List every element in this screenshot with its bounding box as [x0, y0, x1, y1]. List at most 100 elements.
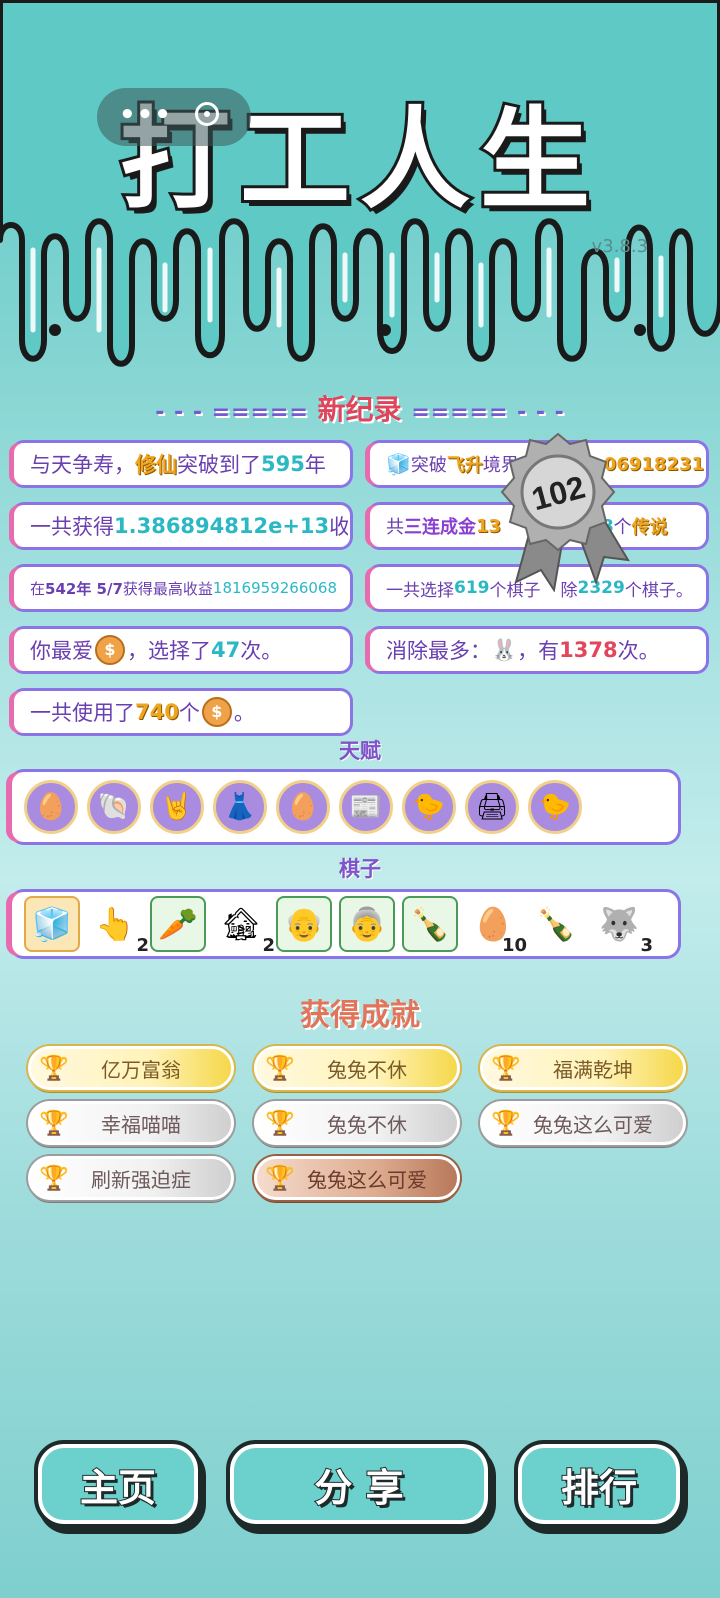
record-text: 年	[304, 453, 326, 477]
records-heading: - - - ===== 新纪录 ===== - - -	[0, 388, 720, 428]
record-text: 与天争寿，	[30, 453, 135, 477]
talent-icon[interactable]: 🖨	[465, 780, 519, 834]
achievement-label: 幸福喵喵	[101, 1112, 181, 1137]
record-text: 次。	[240, 639, 283, 663]
trophy-icon: 🏆	[39, 1054, 69, 1082]
record-text: 突破到了	[177, 453, 261, 477]
rosette-badge-icon: 102	[500, 432, 630, 592]
record-number: 595	[261, 452, 305, 476]
record-number: 1.386894812e+13	[114, 514, 330, 538]
achievement-badge[interactable]: 🏆 幸福喵喵	[28, 1101, 234, 1145]
record-text: 你最爱	[30, 639, 93, 663]
record-text: ，选择了	[127, 639, 211, 663]
record-date: 542年 5/7	[45, 579, 123, 598]
record-text: ，有	[517, 639, 560, 663]
record-text: 一共使用了	[30, 701, 135, 725]
piece-icon[interactable]: 🥕	[150, 896, 206, 952]
talents-strip: 🥚 🐚 🤘 👗 🥚 📰 🐤 🖨 🐤	[12, 772, 678, 842]
records-title: 新纪录	[317, 393, 402, 426]
achievement-badge[interactable]: 🏆 亿万富翁	[28, 1046, 234, 1090]
achievement-label: 兔兔不休	[327, 1112, 407, 1137]
achievement-label: 福满乾坤	[553, 1057, 633, 1082]
record-number: 740	[135, 700, 179, 724]
legend-tag: 传说	[631, 517, 668, 538]
version-label: v3.8.3	[591, 236, 648, 257]
talent-icon[interactable]: 📰	[339, 780, 393, 834]
trophy-icon: 🏆	[265, 1164, 295, 1192]
piece-icon[interactable]: 🍾	[402, 896, 458, 952]
pieces-strip: 🧊 👆 2 🥕 🏚 2 👴 👵 🍾 🥚 10 🍾 🐺 3	[12, 892, 678, 956]
record-highlight: 修仙	[135, 453, 177, 477]
trophy-icon: 🏆	[39, 1109, 69, 1137]
record-text: 一共获得	[30, 515, 114, 539]
achievement-badge[interactable]: 🏆 兔兔不休	[254, 1101, 460, 1145]
dash-decoration-left: - - - =====	[155, 400, 318, 425]
talent-icon[interactable]: 👗	[213, 780, 267, 834]
mini-program-capsule[interactable]: •••	[97, 88, 251, 146]
record-text: 个	[178, 701, 200, 725]
piece-icon[interactable]: 🍾	[528, 896, 584, 952]
record-number: 47	[211, 638, 241, 662]
trophy-icon: 🏆	[265, 1054, 295, 1082]
achievement-label: 兔兔这么可爱	[307, 1167, 427, 1192]
record-text: 。	[233, 701, 255, 725]
record-text: 在	[30, 579, 46, 598]
trophy-icon: 🏆	[491, 1054, 521, 1082]
piece-count: 2	[262, 935, 275, 956]
piece-icon[interactable]: 🧊	[24, 896, 80, 952]
record-text: 消除最多：	[386, 639, 491, 663]
record-number: 1816959266068	[212, 579, 337, 597]
achievement-label: 亿万富翁	[101, 1057, 181, 1082]
fridge-icon: 🧊	[386, 452, 411, 476]
piece-icon[interactable]: 🥚 10	[465, 896, 527, 956]
record-number: 1378	[559, 638, 618, 662]
achievement-badge[interactable]: 🏆 兔兔不休	[254, 1046, 460, 1090]
record-highlight: 三连成金	[404, 517, 476, 538]
record-highlight: 飞升	[446, 455, 483, 476]
record-card: 消除最多： 🐰 ，有 1378 次。	[370, 629, 706, 671]
piece-count: 2	[136, 935, 149, 956]
more-icon[interactable]: •••	[119, 100, 172, 130]
achievement-badge[interactable]: 🏆 刷新强迫症	[28, 1156, 234, 1200]
coin-icon: $	[201, 697, 232, 727]
talent-icon[interactable]: 🐤	[402, 780, 456, 834]
record-number: 619	[454, 578, 490, 598]
record-card: 与天争寿， 修仙 突破到了 595 年	[14, 443, 350, 485]
piece-count: 10	[501, 935, 527, 956]
record-text: 突破	[410, 455, 447, 476]
piece-icon[interactable]: 👵	[339, 896, 395, 952]
record-text: 收益	[329, 515, 350, 539]
record-text: 次。	[617, 639, 660, 663]
trophy-icon: 🏆	[491, 1109, 521, 1137]
talent-icon[interactable]: 🐚	[87, 780, 141, 834]
talents-heading: 天赋	[339, 739, 381, 763]
achievement-badge[interactable]: 🏆 福满乾坤	[480, 1046, 686, 1090]
home-button[interactable]: 主页	[34, 1440, 202, 1528]
coin-icon: $	[95, 635, 125, 665]
achievement-label: 兔兔这么可爱	[533, 1112, 653, 1137]
record-text: 获得最高收益	[122, 579, 213, 598]
record-card: 在 542年 5/7 获得最高收益 1816959266068	[14, 567, 350, 609]
record-card: 你最爱 $ ，选择了 47 次。	[14, 629, 350, 671]
piece-icon[interactable]: 🏚 2	[213, 896, 275, 956]
piece-icon[interactable]: 👴	[276, 896, 332, 952]
piece-count: 3	[640, 935, 653, 956]
trophy-icon: 🏆	[39, 1164, 69, 1192]
rank-button[interactable]: 排行	[514, 1440, 684, 1528]
piece-icon[interactable]: 🐺 3	[591, 896, 653, 956]
record-text: 共	[386, 517, 404, 538]
talent-icon[interactable]: 🥚	[276, 780, 330, 834]
record-card: 一共使用了 740 个 $ 。	[14, 691, 350, 733]
talent-icon[interactable]: 🐤	[528, 780, 582, 834]
dash-decoration-right: ===== - - -	[411, 400, 565, 425]
record-text: 一共选择	[386, 580, 454, 601]
share-button[interactable]: 分 享	[226, 1440, 492, 1528]
talent-icon[interactable]: 🥚	[24, 780, 78, 834]
achievement-badge[interactable]: 🏆 兔兔这么可爱	[480, 1101, 686, 1145]
talent-icon[interactable]: 🤘	[150, 780, 204, 834]
achievement-label: 刷新强迫症	[91, 1167, 191, 1192]
close-target-icon[interactable]	[195, 102, 219, 126]
trophy-icon: 🏆	[265, 1109, 295, 1137]
piece-icon[interactable]: 👆 2	[87, 896, 149, 956]
achievement-badge[interactable]: 🏆 兔兔这么可爱	[254, 1156, 460, 1200]
